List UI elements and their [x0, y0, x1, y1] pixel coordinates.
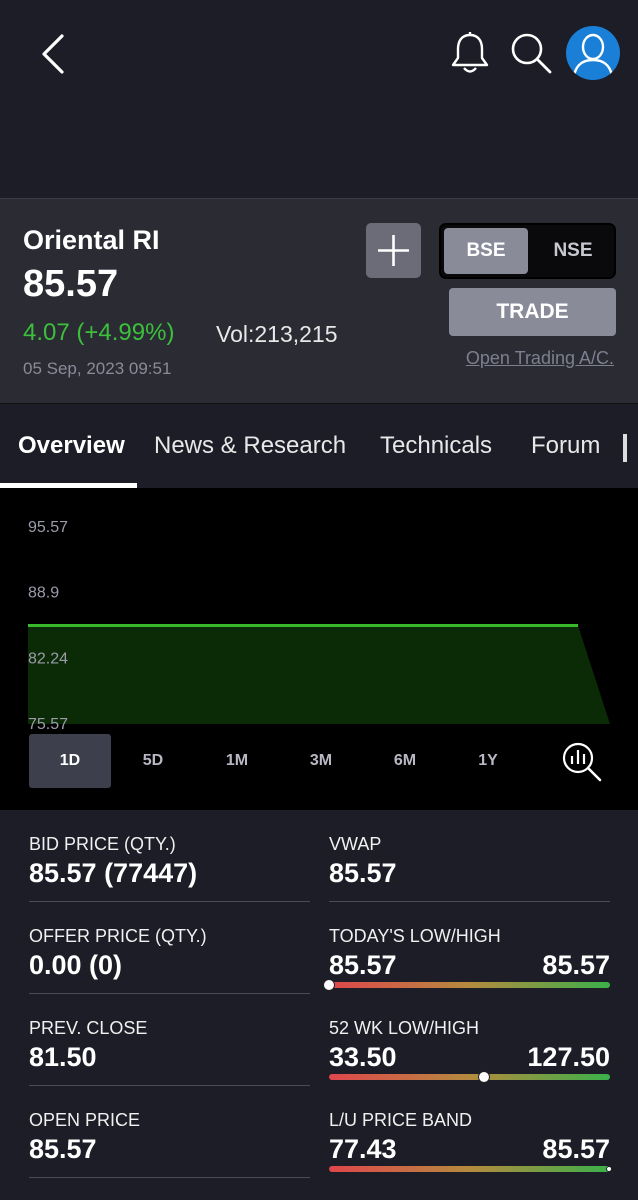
stat-label: TODAY'S LOW/HIGH: [329, 926, 501, 946]
bell-icon[interactable]: [448, 30, 492, 76]
range-position-marker: [606, 1166, 612, 1172]
y-tick-label: 82.24: [28, 650, 68, 667]
stat-vwap: VWAP 85.57: [329, 810, 610, 902]
stock-volume: Vol:213,215: [216, 321, 338, 347]
stat-low-value: 77.43: [329, 1134, 397, 1164]
range-slider-track: [329, 982, 610, 988]
stat-price-band: L/U PRICE BAND 77.43 85.57: [329, 1086, 612, 1178]
stat-low-value: 85.57: [329, 950, 397, 980]
range-1y-button[interactable]: 1Y: [447, 734, 529, 788]
tab-overview[interactable]: Overview: [18, 432, 125, 460]
add-to-watchlist-button[interactable]: [366, 223, 421, 278]
trade-button[interactable]: TRADE: [449, 288, 616, 336]
y-tick-label: 75.57: [28, 716, 68, 733]
stat-label: BID PRICE (QTY.): [29, 834, 176, 854]
top-bar: [0, 0, 638, 198]
range-slider-track: [329, 1074, 610, 1080]
stat-today-low-high: TODAY'S LOW/HIGH 85.57 85.57: [323, 902, 610, 994]
y-tick-label: 88.9: [28, 585, 59, 602]
exchange-nse-button[interactable]: NSE: [531, 228, 615, 274]
stat-offer-price: OFFER PRICE (QTY.) 0.00 (0): [29, 902, 310, 994]
tab-news-research[interactable]: News & Research: [154, 432, 346, 460]
stat-label: 52 WK LOW/HIGH: [329, 1018, 480, 1038]
stat-label: OFFER PRICE (QTY.): [29, 926, 207, 946]
chart-zoom-icon[interactable]: [560, 740, 604, 784]
stock-datetime: 05 Sep, 2023 09:51: [23, 359, 172, 378]
stat-open-price: OPEN PRICE 85.57: [29, 1086, 310, 1178]
stat-label: VWAP: [329, 834, 382, 854]
divider: [29, 1177, 310, 1178]
stock-change: 4.07 (+4.99%): [23, 319, 175, 346]
stat-high-value: 127.50: [527, 1042, 610, 1072]
range-position-marker: [323, 979, 335, 991]
time-range-bar: 1D 5D 1M 3M 6M 1Y: [0, 734, 638, 790]
range-position-marker: [477, 1071, 490, 1083]
stock-header: Oriental RI 85.57 4.07 (+4.99%) Vol:213,…: [0, 198, 638, 404]
range-6m-button[interactable]: 6M: [364, 734, 446, 788]
price-chart: 95.57 88.9 82.24 75.57 1D 5D 1M 3M 6M 1Y: [0, 488, 638, 810]
tab-bar: Overview News & Research Technicals Foru…: [0, 404, 638, 488]
stat-value: 81.50: [29, 1042, 97, 1072]
stat-label: OPEN PRICE: [29, 1110, 141, 1130]
y-tick-label: 95.57: [28, 519, 68, 536]
stat-52wk-low-high: 52 WK LOW/HIGH 33.50 127.50: [329, 994, 610, 1086]
stat-low-value: 33.50: [329, 1042, 397, 1072]
open-trading-account-link[interactable]: Open Trading A/C.: [466, 348, 614, 369]
search-icon[interactable]: [508, 30, 554, 76]
price-chart-svg: 95.57 88.9 82.24 75.57: [28, 519, 610, 733]
price-area-fill: [28, 625, 610, 724]
stat-value: 85.57: [329, 858, 397, 888]
stat-value: 0.00 (0): [29, 950, 123, 980]
exchange-bse-button[interactable]: BSE: [444, 228, 528, 274]
tab-overflow-indicator: [623, 434, 627, 462]
stat-prev-close: PREV. CLOSE 81.50: [29, 994, 310, 1086]
exchange-toggle: BSE NSE: [439, 223, 616, 279]
tab-technicals[interactable]: Technicals: [380, 432, 492, 460]
stat-bid-price: BID PRICE (QTY.) 85.57 (77447): [29, 810, 310, 902]
stock-price: 85.57: [23, 263, 119, 305]
stat-label: PREV. CLOSE: [29, 1018, 148, 1038]
plus-icon: [378, 235, 409, 266]
range-1m-button[interactable]: 1M: [196, 734, 278, 788]
stat-high-value: 85.57: [542, 1134, 610, 1164]
stat-high-value: 85.57: [542, 950, 610, 980]
stat-value: 85.57 (77447): [29, 858, 198, 888]
back-arrow-icon[interactable]: [36, 30, 76, 78]
stats-panel: BID PRICE (QTY.) 85.57 (77447) OFFER PRI…: [0, 810, 638, 1200]
range-slider-track: [329, 1166, 610, 1172]
range-1d-button[interactable]: 1D: [29, 734, 111, 788]
avatar-icon[interactable]: [566, 26, 620, 80]
stat-label: L/U PRICE BAND: [329, 1110, 473, 1130]
stock-name: Oriental RI: [23, 225, 160, 255]
stat-value: 85.57: [29, 1134, 97, 1164]
tab-forum[interactable]: Forum: [531, 432, 600, 460]
range-5d-button[interactable]: 5D: [112, 734, 194, 788]
range-3m-button[interactable]: 3M: [280, 734, 362, 788]
